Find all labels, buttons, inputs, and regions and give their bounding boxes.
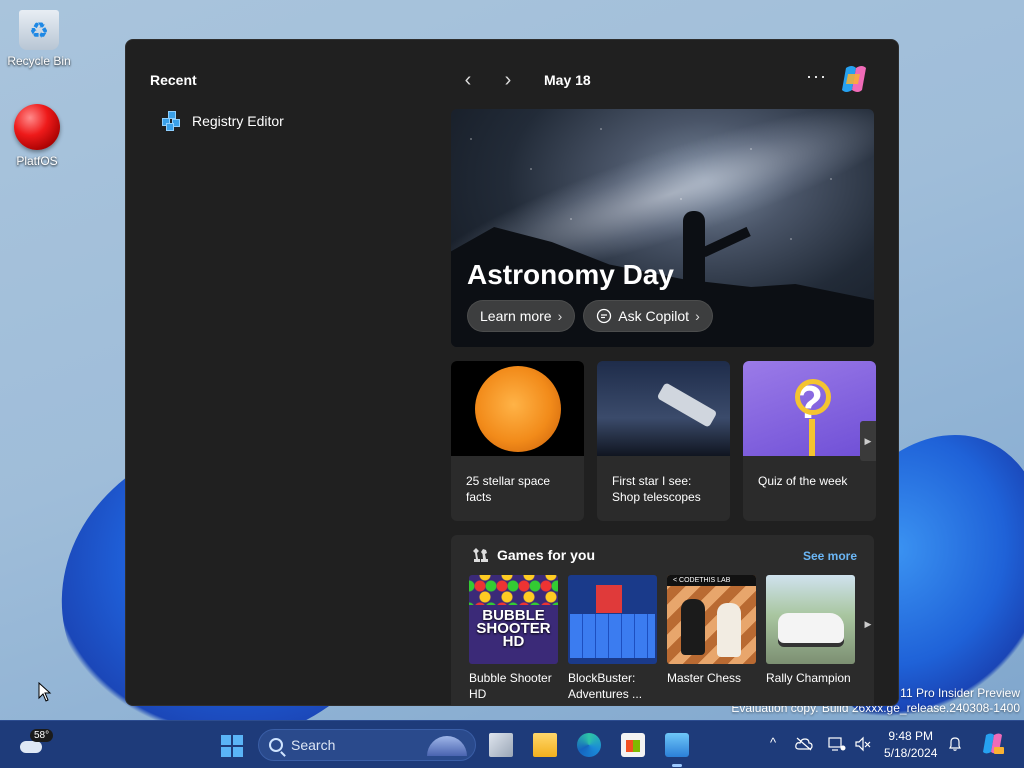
taskbar-search-box[interactable] — [258, 729, 476, 761]
game-thumbnail — [568, 575, 657, 664]
clock-time: 9:48 PM — [888, 729, 934, 743]
current-date: May 18 — [544, 72, 591, 88]
game-thumbnail: BUBBLE SHOOTER HD — [469, 575, 558, 664]
chat-icon — [597, 308, 612, 324]
quiz-image — [743, 361, 876, 456]
mouse-cursor-icon — [38, 682, 52, 702]
weather-temperature: 58° — [30, 729, 54, 742]
recent-item-label: Registry Editor — [192, 113, 284, 129]
card-caption: First star I see: Shop telescopes — [612, 474, 701, 504]
red-ball-icon — [14, 104, 60, 150]
widgets-taskbar-button[interactable] — [665, 733, 689, 757]
hero-title: Astronomy Day — [467, 259, 674, 290]
card-caption: 25 stellar space facts — [466, 474, 551, 504]
chevron-right-icon: › — [557, 308, 563, 324]
search-highlight-icon — [427, 736, 467, 756]
chevron-right-icon: › — [695, 308, 700, 324]
recent-heading: Recent — [150, 72, 197, 88]
weather-widget-button[interactable]: 58° — [18, 729, 54, 757]
cloud-icon — [20, 741, 42, 753]
search-input[interactable] — [291, 737, 411, 753]
desktop-icon-label: Recycle Bin — [7, 54, 71, 68]
watermark-line-1: 11 Pro Insider Preview — [900, 686, 1020, 700]
taskbar: 58° ^ 9:48 PM 5/18/2024 — [0, 720, 1024, 768]
task-view-button[interactable] — [489, 733, 513, 757]
previous-day-button[interactable]: ‹ — [460, 69, 476, 92]
card-quiz-of-week[interactable]: Quiz of the week — [743, 361, 876, 521]
start-button[interactable] — [221, 735, 243, 757]
copilot-taskbar-icon[interactable] — [981, 732, 1005, 756]
search-icon — [269, 738, 283, 752]
network-icon[interactable] — [828, 736, 846, 752]
game-master-chess[interactable]: < CODETHIS LAB Master Chess — [667, 575, 756, 702]
game-title: BlockBuster: Adventures ... — [568, 671, 643, 701]
volume-muted-icon[interactable] — [854, 736, 872, 752]
games-for-you-section: Games for you See more BUBBLE SHOOTER HD… — [451, 535, 874, 705]
desktop-icon-label: PlatfOS — [16, 154, 58, 168]
recycle-bin-icon — [19, 10, 59, 50]
game-thumbnail: < CODETHIS LAB — [667, 575, 756, 664]
card-shop-telescopes[interactable]: First star I see: Shop telescopes — [597, 361, 730, 521]
recent-item-registry-editor[interactable]: Registry Editor — [162, 109, 284, 133]
edge-browser-button[interactable] — [577, 733, 601, 757]
hero-astronomy-day[interactable]: Astronomy Day Learn more › Ask Copilot › — [451, 109, 874, 347]
desktop-icon-platfos[interactable]: PlatfOS — [2, 104, 72, 168]
clock-button[interactable]: 9:48 PM 5/18/2024 — [884, 728, 937, 762]
game-rally-champion[interactable]: Rally Champion — [766, 575, 855, 702]
widgets-panel: Recent Registry Editor ‹ › May 18 ··· As… — [125, 39, 899, 706]
ask-copilot-button[interactable]: Ask Copilot › — [583, 300, 713, 332]
game-title: Bubble Shooter HD — [469, 671, 552, 701]
microsoft-store-button[interactable] — [621, 733, 645, 757]
desktop-icon-recycle-bin[interactable]: Recycle Bin — [4, 10, 74, 68]
game-title: Rally Champion — [766, 671, 851, 685]
date-navigation: ‹ › May 18 — [460, 68, 591, 92]
game-title: Master Chess — [667, 671, 742, 685]
more-options-button[interactable]: ··· — [806, 66, 827, 87]
notification-bell-icon[interactable] — [947, 736, 963, 752]
registry-editor-icon — [162, 111, 182, 131]
game-thumbnail — [766, 575, 855, 664]
clock-date: 5/18/2024 — [884, 746, 938, 760]
games-heading: Games for you — [497, 547, 596, 563]
cards-scroll-right-button[interactable]: ▶ — [860, 421, 876, 461]
card-stellar-facts[interactable]: 25 stellar space facts — [451, 361, 584, 521]
games-scroll-right-button[interactable]: ▶ — [860, 604, 876, 644]
copilot-icon[interactable] — [838, 64, 870, 94]
file-explorer-button[interactable] — [533, 733, 557, 757]
card-caption: Quiz of the week — [758, 474, 848, 488]
windows-logo-icon — [221, 735, 231, 745]
learn-more-button[interactable]: Learn more › — [467, 300, 576, 332]
see-more-link[interactable]: See more — [803, 549, 857, 563]
next-day-button[interactable]: › — [500, 69, 516, 92]
chess-pieces-icon — [473, 548, 488, 562]
telescope-image — [597, 361, 730, 456]
active-app-indicator — [672, 764, 682, 767]
sun-image — [451, 361, 584, 456]
game-blockbuster[interactable]: BlockBuster: Adventures ... — [568, 575, 657, 702]
game-bubble-shooter[interactable]: BUBBLE SHOOTER HD Bubble Shooter HD — [469, 575, 558, 702]
show-hidden-icons-button[interactable]: ^ — [764, 735, 782, 750]
cloud-offline-icon[interactable] — [795, 737, 813, 751]
